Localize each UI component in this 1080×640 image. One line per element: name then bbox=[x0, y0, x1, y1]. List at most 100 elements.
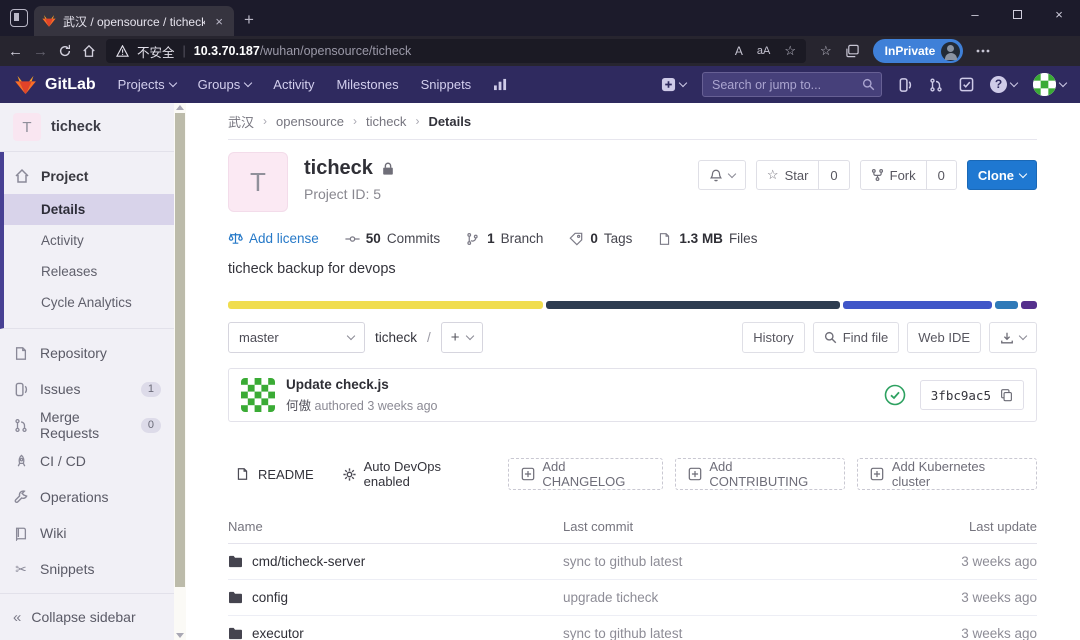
sidebar-item-merge-requests[interactable]: Merge Requests 0 bbox=[0, 407, 174, 443]
add-contributing-button[interactable]: Add CONTRIBUTING bbox=[674, 458, 846, 490]
add-favorite-icon[interactable]: ☆ bbox=[784, 43, 796, 59]
pipeline-passed-icon[interactable] bbox=[884, 384, 906, 406]
commit-message-link[interactable]: sync to github latest bbox=[563, 626, 907, 640]
branch-selector[interactable]: master bbox=[228, 322, 365, 353]
add-file-button[interactable]: + bbox=[440, 322, 483, 353]
sidebar-item-ci-cd[interactable]: CI / CD bbox=[0, 443, 174, 479]
translate-icon[interactable]: aA bbox=[757, 45, 770, 57]
fork-button[interactable]: Fork bbox=[861, 161, 926, 189]
read-aloud-icon[interactable]: A bbox=[735, 44, 743, 58]
sidebar-item-issues[interactable]: Issues 1 bbox=[0, 371, 174, 407]
commit-author-avatar[interactable] bbox=[241, 378, 275, 412]
nav-snippets[interactable]: Snippets bbox=[421, 77, 472, 92]
fork-count[interactable]: 0 bbox=[925, 161, 956, 189]
sidebar-item-wiki[interactable]: Wiki bbox=[0, 515, 174, 551]
sidebar-item-repository[interactable]: Repository bbox=[0, 335, 174, 371]
sidebar-item-activity[interactable]: Activity bbox=[4, 225, 174, 256]
file-name-link[interactable]: cmd/ticheck-server bbox=[252, 554, 365, 569]
sidebar-scrollbar[interactable] bbox=[174, 103, 186, 640]
commit-message-link[interactable]: upgrade ticheck bbox=[563, 590, 907, 605]
favorites-icon[interactable]: ☆ bbox=[820, 43, 832, 59]
plus-icon: + bbox=[450, 329, 460, 346]
last-update: 3 weeks ago bbox=[961, 590, 1037, 605]
sidebar-item-project[interactable]: Project bbox=[4, 158, 174, 194]
scrollbar-thumb[interactable] bbox=[175, 113, 185, 587]
scroll-up-arrow[interactable] bbox=[176, 105, 184, 110]
add-kubernetes-cluster-button[interactable]: Add Kubernetes cluster bbox=[857, 458, 1038, 490]
find-file-button[interactable]: Find file bbox=[812, 322, 900, 353]
sidebar-item-releases[interactable]: Releases bbox=[4, 256, 174, 287]
table-row[interactable]: cmd/ticheck-server sync to github latest… bbox=[228, 544, 1037, 580]
home-button[interactable] bbox=[82, 44, 96, 58]
add-license-link[interactable]: Add license bbox=[228, 231, 319, 246]
download-button[interactable] bbox=[989, 322, 1037, 353]
window-close-button[interactable]: × bbox=[1038, 0, 1080, 30]
nav-activity[interactable]: Activity bbox=[273, 77, 314, 92]
files-stat[interactable]: 1.3 MB Files bbox=[658, 231, 757, 246]
readme-button[interactable]: README bbox=[228, 458, 322, 490]
back-button[interactable]: ← bbox=[8, 43, 23, 60]
add-changelog-button[interactable]: Add CHANGELOG bbox=[507, 458, 663, 490]
search-input[interactable] bbox=[702, 72, 882, 97]
new-menu-button[interactable] bbox=[661, 77, 688, 92]
breadcrumb-group[interactable]: 武汉 bbox=[228, 112, 254, 131]
table-row[interactable]: executor sync to github latest 3 weeks a… bbox=[228, 616, 1037, 640]
nav-milestones[interactable]: Milestones bbox=[336, 77, 398, 92]
last-update: 3 weeks ago bbox=[961, 626, 1037, 640]
star-button[interactable]: ☆ Star bbox=[757, 161, 819, 189]
collapse-sidebar-button[interactable]: « Collapse sidebar bbox=[0, 593, 174, 640]
new-tab-button[interactable]: + bbox=[244, 10, 254, 30]
vertical-tabs-icon[interactable] bbox=[10, 9, 28, 27]
commit-title-link[interactable]: Update check.js bbox=[286, 377, 438, 392]
forward-button[interactable]: → bbox=[33, 43, 48, 60]
auto-devops-button[interactable]: Auto DevOps enabled bbox=[334, 458, 496, 490]
language-bar[interactable] bbox=[228, 301, 1037, 309]
breadcrumb-project[interactable]: ticheck bbox=[366, 114, 406, 129]
chevron-down-icon bbox=[465, 331, 474, 341]
copy-icon[interactable] bbox=[1000, 388, 1013, 402]
issues-icon[interactable] bbox=[898, 77, 913, 93]
repo-root-link[interactable]: ticheck bbox=[375, 330, 417, 345]
collections-icon[interactable] bbox=[845, 44, 860, 58]
sidebar-project-header[interactable]: T ticheck bbox=[0, 103, 174, 152]
nav-groups[interactable]: Groups bbox=[198, 77, 253, 92]
window-minimize-button[interactable]: – bbox=[954, 0, 996, 30]
commits-stat[interactable]: 50 Commits bbox=[345, 231, 440, 246]
gitlab-logo[interactable]: GitLab bbox=[14, 74, 96, 96]
window-maximize-button[interactable] bbox=[996, 0, 1038, 30]
commit-message-link[interactable]: sync to github latest bbox=[563, 554, 907, 569]
inprivate-badge[interactable]: InPrivate bbox=[872, 39, 964, 63]
merge-requests-icon[interactable] bbox=[929, 77, 943, 93]
sidebar-item-cycle-analytics[interactable]: Cycle Analytics bbox=[4, 287, 174, 318]
sidebar-item-operations[interactable]: Operations bbox=[0, 479, 174, 515]
star-button-group[interactable]: ☆ Star 0 bbox=[755, 160, 850, 190]
browser-menu-icon[interactable] bbox=[976, 49, 990, 53]
clone-button[interactable]: Clone bbox=[966, 160, 1037, 190]
sidebar-item-snippets[interactable]: ✂ Snippets bbox=[0, 551, 174, 587]
plus-square-icon bbox=[870, 467, 885, 482]
sidebar-item-details[interactable]: Details bbox=[4, 194, 174, 225]
refresh-button[interactable] bbox=[58, 44, 72, 58]
help-menu[interactable]: ? bbox=[990, 76, 1019, 93]
table-row[interactable]: config upgrade ticheck 3 weeks ago bbox=[228, 580, 1037, 616]
file-name-link[interactable]: config bbox=[252, 590, 288, 605]
notification-bell-button[interactable] bbox=[697, 160, 746, 190]
browser-tab[interactable]: 武汉 / opensource / ticheck - Gi × bbox=[34, 6, 234, 36]
charts-icon[interactable] bbox=[493, 78, 508, 91]
tags-stat[interactable]: 0 Tags bbox=[569, 231, 632, 246]
fork-button-group[interactable]: Fork 0 bbox=[859, 160, 957, 190]
gitlab-tanuki-icon bbox=[15, 75, 36, 94]
file-name-link[interactable]: executor bbox=[252, 626, 304, 640]
address-bar[interactable]: 不安全 | 10.3.70.187/wuhan/opensource/tiche… bbox=[106, 39, 806, 63]
tab-close-icon[interactable]: × bbox=[212, 14, 226, 29]
history-button[interactable]: History bbox=[742, 322, 805, 353]
todos-icon[interactable] bbox=[959, 77, 974, 92]
branches-stat[interactable]: 1 Branch bbox=[466, 231, 543, 246]
scroll-down-arrow[interactable] bbox=[176, 633, 184, 638]
star-count[interactable]: 0 bbox=[818, 161, 848, 189]
breadcrumb-subgroup[interactable]: opensource bbox=[276, 114, 344, 129]
user-menu[interactable] bbox=[1033, 73, 1068, 96]
commit-author-link[interactable]: 何傲 bbox=[286, 399, 311, 413]
web-ide-button[interactable]: Web IDE bbox=[907, 322, 981, 353]
nav-projects[interactable]: Projects bbox=[118, 77, 177, 92]
